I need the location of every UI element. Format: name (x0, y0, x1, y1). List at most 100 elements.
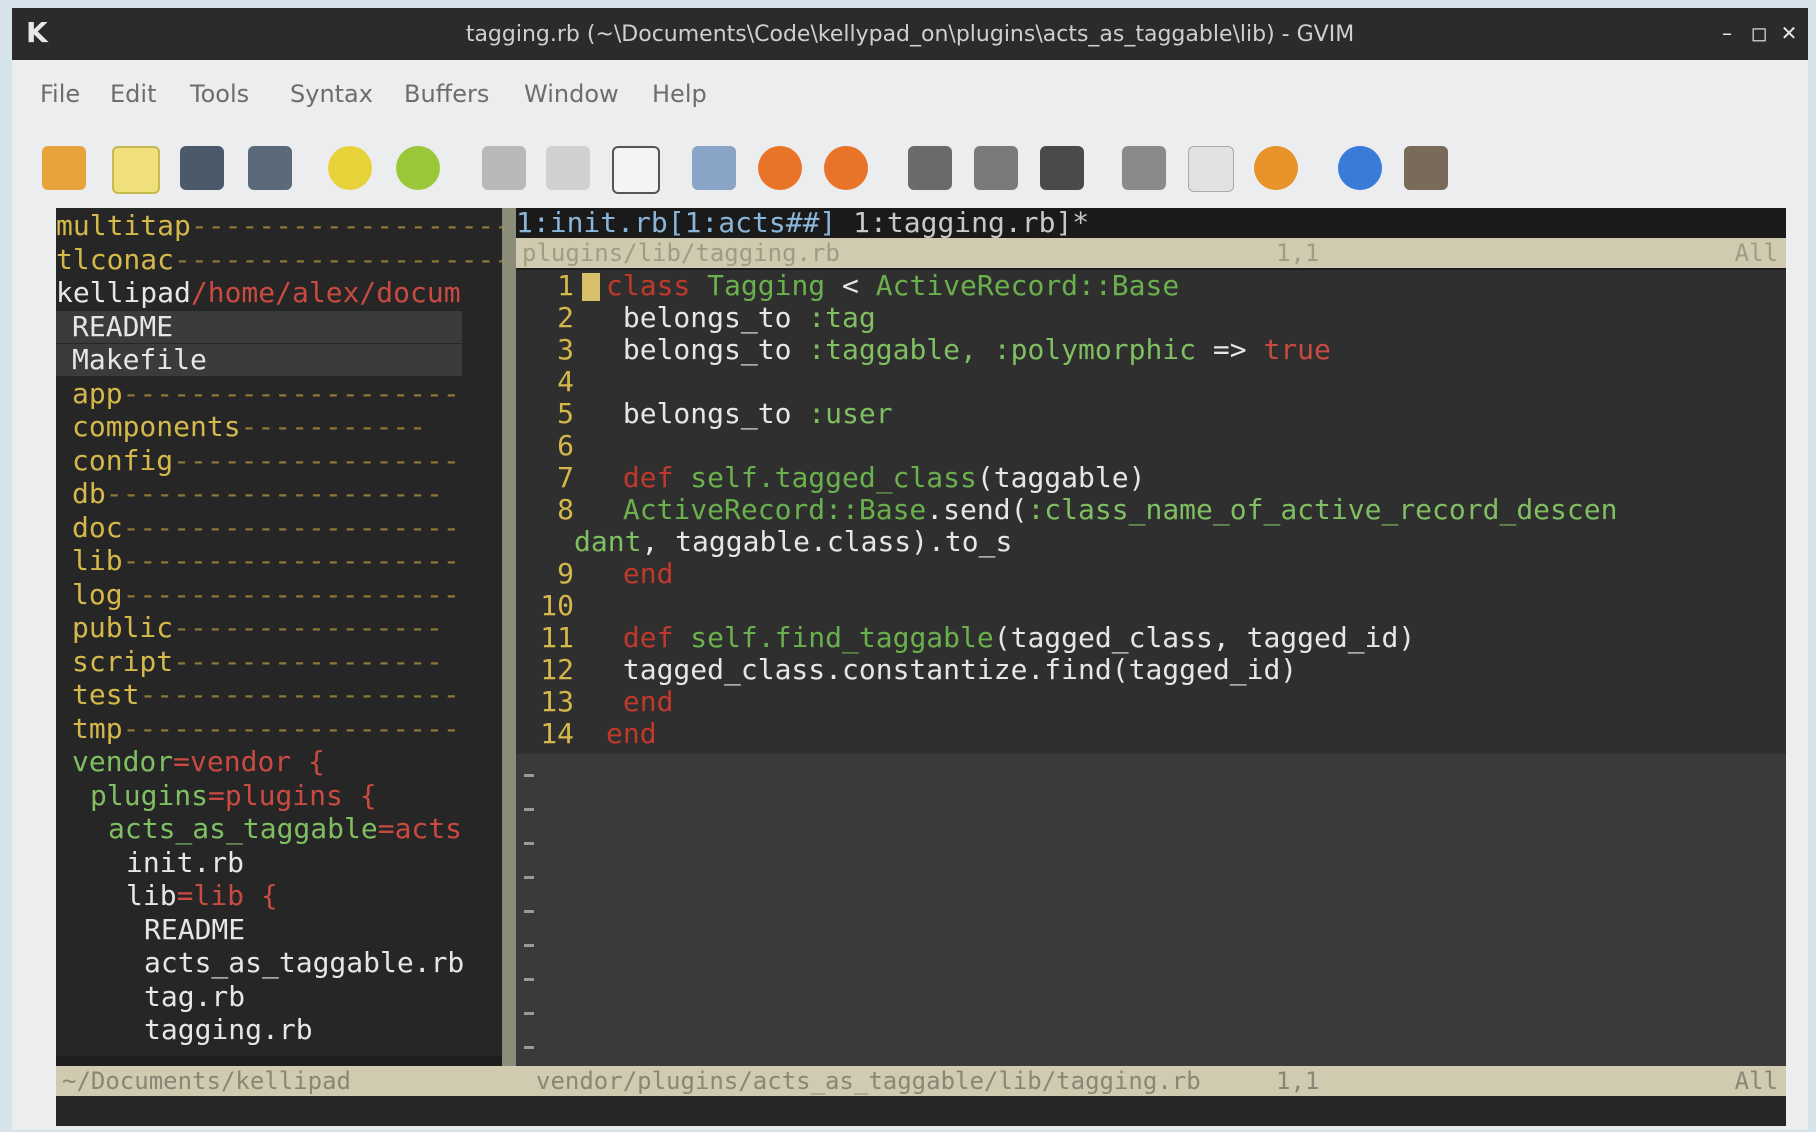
paste-icon[interactable] (612, 146, 660, 194)
save-icon[interactable] (180, 146, 224, 190)
buffer-tab-init[interactable]: 1:init.rb[1:acts##] (516, 208, 836, 239)
code-token: end (606, 685, 674, 718)
tree-item[interactable]: public---------------- (56, 612, 502, 644)
redo-icon[interactable] (396, 146, 440, 190)
code-line[interactable]: 3 belongs_to :taggable, :polymorphic => … (516, 334, 1331, 366)
minimize-button[interactable]: – (1714, 20, 1740, 46)
tree-item[interactable]: README (56, 310, 462, 343)
editor-area[interactable]: multitap------------------- tlconac------… (56, 208, 1786, 1126)
menu-buffers[interactable]: Buffers (404, 80, 489, 108)
status-percent: All (1734, 1067, 1778, 1095)
save-all-icon[interactable] (248, 146, 292, 190)
window-header-bar: plugins/lib/tagging.rb 1,1 All (516, 238, 1786, 268)
code-line[interactable]: 11 def self.find_taggable(tagged_class, … (516, 622, 1415, 654)
close-button[interactable]: ✕ (1776, 20, 1802, 46)
tree-item[interactable]: init.rb (56, 846, 502, 879)
buffer-tab-tagging[interactable]: 1:tagging.rb]* (853, 208, 1089, 239)
tree-item[interactable]: components----------- (56, 411, 502, 443)
title-bar[interactable]: K tagging.rb (~\Documents\Code\kellypad_… (12, 8, 1808, 60)
tree-item-label: lib (72, 544, 123, 577)
line-number: 14 (540, 717, 574, 750)
tree-item[interactable]: lib=lib { (56, 880, 502, 912)
tree-item-suffix: -------------------- (122, 577, 460, 611)
undo-icon[interactable] (328, 146, 372, 190)
code-line[interactable]: 6 (516, 430, 606, 462)
code-line[interactable]: 9 end (516, 558, 673, 590)
menu-tools[interactable]: Tools (190, 80, 249, 108)
buffer-tabline: 1:init.rb[1:acts##] 1:tagging.rb]* (516, 208, 1786, 238)
tree-item[interactable]: tagging.rb (56, 1014, 502, 1046)
load-session-icon[interactable] (908, 146, 952, 190)
cut-icon[interactable] (482, 146, 526, 190)
line-number: 11 (540, 621, 574, 654)
tree-item-label: Makefile (72, 343, 207, 376)
menu-edit[interactable]: Edit (110, 80, 156, 108)
run-script-icon[interactable] (1040, 146, 1084, 190)
tree-item[interactable]: tmp-------------------- (56, 712, 502, 745)
code-line[interactable]: 1 class Tagging < ActiveRecord::Base (516, 270, 1179, 302)
code-token: def (606, 461, 691, 494)
tree-item[interactable]: acts_as_taggable.rb (56, 947, 502, 979)
code-line[interactable]: 5 belongs_to :user (516, 397, 892, 430)
tree-item[interactable]: Makefile (56, 344, 462, 376)
tree-item[interactable]: README (56, 913, 502, 946)
code-line[interactable]: dant, taggable.class).to_s (516, 526, 1012, 558)
maximize-button[interactable]: ◻ (1746, 20, 1772, 46)
tree-item[interactable]: script---------------- (56, 644, 502, 678)
status-file-path: vendor/plugins/acts_as_taggable/lib/tagg… (536, 1067, 1201, 1095)
fold-mark (524, 774, 534, 777)
code-buffer[interactable]: 1 class Tagging < ActiveRecord::Base 2 bel… (516, 270, 1786, 754)
code-line[interactable]: 2 belongs_to :tag (516, 302, 876, 334)
tree-item[interactable]: app-------------------- (56, 377, 502, 410)
code-line[interactable]: 14 end (516, 717, 656, 750)
find-replace-icon[interactable] (692, 146, 736, 190)
tree-item[interactable]: log-------------------- (56, 577, 502, 611)
vertical-split-bar[interactable] (502, 208, 516, 1066)
help-icon[interactable] (1338, 146, 1382, 190)
code-line[interactable]: 12 tagged_class.constantize.find(tagged_… (516, 654, 1297, 686)
menu-window[interactable]: Window (524, 80, 619, 108)
tree-item[interactable]: test------------------- (56, 679, 502, 711)
tree-item[interactable]: tag.rb (56, 980, 502, 1013)
line-number: 4 (557, 365, 574, 398)
copy-icon[interactable] (546, 146, 590, 190)
make-icon[interactable] (1122, 146, 1166, 190)
jump-icon[interactable] (1254, 146, 1298, 190)
code-line[interactable]: 7 def self.tagged_class(taggable) (516, 462, 1145, 494)
tree-item-suffix: ---------------- (173, 611, 443, 644)
tree-item[interactable]: multitap------------------- (56, 210, 502, 242)
tree-item[interactable]: vendor=vendor { (56, 746, 502, 778)
tree-item-label: log (72, 577, 123, 611)
new-file-icon[interactable] (112, 146, 160, 194)
code-line[interactable]: 10 (516, 590, 606, 622)
find-help-icon[interactable] (1404, 146, 1448, 190)
code-line[interactable]: 8 ActiveRecord::Base.send(:class_name_of… (516, 494, 1617, 526)
tree-item[interactable]: db-------------------- (56, 478, 502, 510)
menu-syntax[interactable]: Syntax (290, 80, 373, 108)
project-tree[interactable]: multitap------------------- tlconac------… (56, 208, 502, 1056)
menu-help[interactable]: Help (652, 80, 707, 108)
tree-item-suffix: ---------------- (173, 644, 443, 678)
tree-item[interactable]: tlconac-------------------- (56, 243, 502, 276)
code-token: (taggable) (976, 461, 1146, 494)
tree-item-suffix: =lib { (176, 879, 278, 912)
save-session-icon[interactable] (974, 146, 1018, 190)
find-prev-icon[interactable] (824, 146, 868, 190)
code-buffer-empty[interactable] (516, 754, 1786, 1066)
tree-item[interactable]: doc-------------------- (56, 511, 502, 544)
tree-item-label: lib (126, 879, 177, 912)
tree-item[interactable]: plugins=plugins { (56, 779, 502, 812)
tree-item[interactable]: kellipad/home/alex/docum (56, 277, 502, 309)
open-folder-icon[interactable] (42, 146, 86, 190)
code-line[interactable]: 13 end (516, 686, 673, 718)
menu-file[interactable]: File (40, 80, 80, 108)
code-token: belongs_to (606, 397, 809, 430)
find-next-icon[interactable] (758, 146, 802, 190)
command-line[interactable] (56, 1096, 1786, 1126)
tree-item[interactable]: lib-------------------- (56, 545, 502, 577)
tree-item[interactable]: config----------------- (56, 444, 502, 477)
tags-icon[interactable] (1188, 146, 1234, 192)
tree-item[interactable]: acts_as_taggable=acts (56, 813, 502, 845)
code-line[interactable]: 4 (516, 366, 606, 398)
menu-bar: File Edit Tools Syntax Buffers Window He… (12, 68, 1808, 116)
